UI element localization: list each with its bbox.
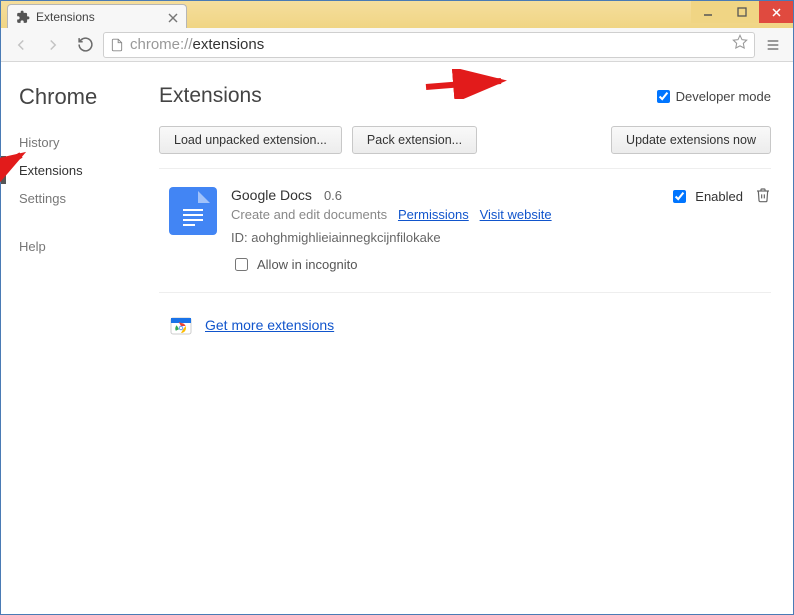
enabled-toggle[interactable]: Enabled [669,187,743,206]
window-maximize-button[interactable] [725,1,759,23]
puzzle-piece-icon [16,10,30,24]
bookmark-star-icon[interactable] [732,34,748,55]
chrome-webstore-icon [169,313,193,337]
extension-id-label: ID: [231,230,248,245]
developer-mode-checkbox[interactable] [657,90,670,103]
forward-button[interactable] [39,31,67,59]
developer-mode-label: Developer mode [676,89,771,104]
visit-website-link[interactable]: Visit website [480,207,552,222]
address-bar[interactable]: chrome://extensions [103,32,755,58]
update-extensions-button[interactable]: Update extensions now [611,126,771,154]
page-icon [110,38,124,52]
tab-strip: Extensions [1,1,691,28]
sidebar-item-settings[interactable]: Settings [1,184,151,212]
dev-button-row: Load unpacked extension... Pack extensio… [159,126,771,169]
permissions-link[interactable]: Permissions [398,207,469,222]
window-minimize-button[interactable] [691,1,725,23]
pack-extension-button[interactable]: Pack extension... [352,126,477,154]
extension-name: Google Docs [231,187,312,203]
trash-icon[interactable] [755,187,771,208]
window-titlebar: Extensions [1,1,793,28]
load-unpacked-button[interactable]: Load unpacked extension... [159,126,342,154]
allow-incognito-label: Allow in incognito [257,257,357,272]
back-button[interactable] [7,31,35,59]
allow-incognito-checkbox[interactable] [235,258,248,271]
page-content: Chrome History Extensions Settings Help … [1,62,793,614]
browser-tab[interactable]: Extensions [7,4,187,28]
sidebar-item-history[interactable]: History [1,128,151,156]
allow-incognito-toggle[interactable]: Allow in incognito [231,255,669,274]
get-more-extensions-link[interactable]: Get more extensions [205,317,334,333]
sidebar-item-help[interactable]: Help [1,232,151,260]
browser-toolbar: chrome://extensions [1,28,793,62]
tab-close-icon[interactable] [168,12,178,22]
page-heading: Extensions [159,84,657,108]
menu-button[interactable] [759,31,787,59]
window-controls [691,1,793,23]
enabled-checkbox[interactable] [673,190,686,203]
developer-mode-toggle[interactable]: Developer mode [657,89,771,104]
sidebar-brand: Chrome [19,84,151,110]
enabled-label: Enabled [695,189,743,204]
extension-id-value: aohghmighlieiainnegkcijnfilokake [251,230,440,245]
extension-version: 0.6 [324,188,342,203]
extension-details: Google Docs 0.6 Create and edit document… [217,187,669,274]
reload-button[interactable] [71,31,99,59]
sidebar-item-extensions[interactable]: Extensions [1,156,151,184]
google-docs-icon [169,187,217,235]
window-close-button[interactable] [759,1,793,23]
url-text: chrome://extensions [130,36,726,53]
extension-row: Google Docs 0.6 Create and edit document… [159,169,771,293]
settings-sidebar: Chrome History Extensions Settings Help [1,62,151,614]
extension-description: Create and edit documents [231,207,387,222]
tab-title: Extensions [36,10,162,24]
get-more-row: Get more extensions [159,293,771,337]
main-panel: Extensions Developer mode Load unpacked … [151,62,793,614]
